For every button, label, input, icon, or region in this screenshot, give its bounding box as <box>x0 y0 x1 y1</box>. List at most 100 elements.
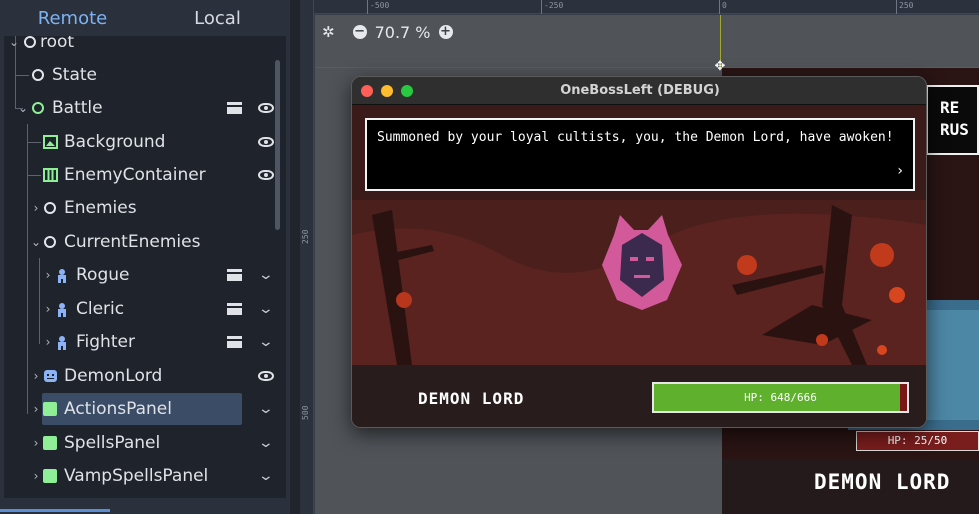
boss-name-label: DEMON LORD <box>418 389 525 408</box>
dialog-next-icon[interactable]: › <box>897 163 903 179</box>
collapse-arrow-icon[interactable]: ⌄ <box>8 36 20 49</box>
expand-arrow-icon[interactable]: › <box>42 335 54 349</box>
item-actions <box>256 360 276 392</box>
tree-item-battle[interactable]: ⌄ Battle <box>4 92 276 124</box>
item-actions: ⌄ <box>256 427 276 459</box>
pivot-crosshair-icon[interactable]: ✥ <box>713 60 727 74</box>
scene-boss-name: DEMON LORD <box>814 470 951 494</box>
banner-line: RE <box>940 98 960 117</box>
expand-arrow-icon[interactable]: › <box>30 201 42 215</box>
panel-icon <box>42 468 58 484</box>
item-actions: ⌄ <box>256 393 276 425</box>
tree-item-enemycontainer[interactable]: EnemyContainer <box>4 159 276 191</box>
panel-icon <box>42 401 58 417</box>
dock-tabs: Remote Local <box>0 0 290 36</box>
window-titlebar[interactable]: OneBossLeft (DEBUG) <box>352 77 926 105</box>
tree-item-label: State <box>52 65 97 85</box>
enemy-script-icon <box>42 368 58 384</box>
tree-item-root[interactable]: ⌄ root <box>4 36 276 58</box>
tree-item-label: Background <box>64 132 166 152</box>
expand-arrow-icon[interactable]: › <box>30 469 42 483</box>
scene-clapper-icon[interactable] <box>224 303 244 315</box>
dock-bottom-indicator <box>0 509 110 512</box>
tree-item-cleric[interactable]: › Cleric ⌄ <box>4 293 276 325</box>
expand-arrow-icon[interactable]: › <box>30 402 42 416</box>
visibility-eye-icon[interactable] <box>256 103 276 113</box>
tree-item-label: DemonLord <box>64 366 163 386</box>
collapse-arrow-icon[interactable]: ⌄ <box>17 101 29 115</box>
window-title: OneBossLeft (DEBUG) <box>560 83 720 98</box>
item-actions <box>224 92 276 124</box>
ruler-label: 250 <box>301 229 310 244</box>
scene-tree[interactable]: ⌄ root State ⌄ Battle Background EnemyCo… <box>4 36 286 498</box>
expand-arrow-icon[interactable]: › <box>30 436 42 450</box>
collapse-arrow-icon[interactable]: ⌄ <box>30 235 42 249</box>
chevron-down-icon[interactable]: ⌄ <box>256 435 276 451</box>
dialog-box[interactable]: Summoned by your loyal cultists, you, th… <box>365 118 915 191</box>
scene-dock: Remote Local ⌄ root State ⌄ Battle Backg… <box>0 0 290 514</box>
boss-hp-bar: HP: 648/666 <box>652 382 909 413</box>
ruler-label: 500 <box>301 405 310 420</box>
item-actions: ⌄ <box>224 326 276 358</box>
chevron-down-icon[interactable]: ⌄ <box>256 301 276 317</box>
item-actions: ⌄ <box>224 293 276 325</box>
tree-scrollbar[interactable] <box>275 60 280 230</box>
tree-item-enemies[interactable]: › Enemies <box>4 192 276 224</box>
dialog-text: Summoned by your loyal cultists, you, th… <box>377 130 894 145</box>
tree-item-label: EnemyContainer <box>64 165 206 185</box>
item-actions <box>256 126 276 158</box>
tree-item-label: Rogue <box>76 265 130 285</box>
node2d-icon <box>30 100 46 116</box>
visibility-eye-icon[interactable] <box>256 170 276 180</box>
tree-item-state[interactable]: State <box>4 59 276 91</box>
hbox-container-icon <box>42 167 58 183</box>
ruler-label: -500 <box>370 1 390 10</box>
editor-window: Remote Local ⌄ root State ⌄ Battle Backg… <box>0 0 979 514</box>
chevron-down-icon[interactable]: ⌄ <box>256 267 276 283</box>
debug-game-window[interactable]: OneBossLeft (DEBUG) Summoned by your loy… <box>351 76 927 428</box>
tree-item-vampspellspanel[interactable]: › VampSpellsPanel ⌄ <box>4 460 276 492</box>
tree-item-demonlord[interactable]: › DemonLord <box>4 360 276 392</box>
tab-local[interactable]: Local <box>145 0 290 36</box>
scene-banner: RE RUS <box>926 85 979 155</box>
node-icon <box>30 67 46 83</box>
zoom-controls: ✲ − 70.7 % + <box>322 20 453 44</box>
dock-splitter[interactable] <box>290 0 300 514</box>
zoom-level[interactable]: 70.7 % <box>375 23 431 42</box>
origin-guide-horizontal <box>315 67 979 68</box>
horizontal-ruler: -500 -250 0 250 <box>314 0 979 14</box>
tree-item-label: Battle <box>52 98 103 118</box>
zoom-out-button[interactable]: − <box>352 25 367 39</box>
tree-item-label: SpellsPanel <box>64 433 161 453</box>
visibility-eye-icon[interactable] <box>256 371 276 381</box>
chevron-down-icon[interactable]: ⌄ <box>256 468 276 484</box>
scene-clapper-icon[interactable] <box>224 336 244 348</box>
panel-icon <box>42 435 58 451</box>
tree-item-label: CurrentEnemies <box>64 232 201 252</box>
visibility-eye-icon[interactable] <box>256 137 276 147</box>
ruler-label: -250 <box>544 1 564 10</box>
expand-arrow-icon[interactable]: › <box>42 302 54 316</box>
banner-line: RUS <box>940 120 969 139</box>
zoom-in-button[interactable]: + <box>438 25 453 39</box>
tree-item-spellspanel[interactable]: › SpellsPanel ⌄ <box>4 427 276 459</box>
tab-remote[interactable]: Remote <box>0 0 145 36</box>
game-view[interactable]: Summoned by your loyal cultists, you, th… <box>352 105 926 427</box>
scene-clapper-icon[interactable] <box>224 269 244 281</box>
scene-clapper-icon[interactable] <box>224 102 244 114</box>
tree-item-actionspanel[interactable]: › ActionsPanel ⌄ <box>4 393 276 425</box>
tree-item-currentenemies[interactable]: ⌄ CurrentEnemies <box>4 226 276 258</box>
tree-item-fighter[interactable]: › Fighter ⌄ <box>4 326 276 358</box>
chevron-down-icon[interactable]: ⌄ <box>256 401 276 417</box>
chevron-down-icon[interactable]: ⌄ <box>256 334 276 350</box>
expand-arrow-icon[interactable]: › <box>42 268 54 282</box>
item-actions <box>256 159 276 191</box>
center-view-icon[interactable]: ✲ <box>322 23 335 41</box>
tree-item-background[interactable]: Background <box>4 126 276 158</box>
tree-item-label: VampSpellsPanel <box>64 466 209 486</box>
expand-arrow-icon[interactable]: › <box>30 369 42 383</box>
character-body-icon <box>54 334 70 350</box>
node-icon <box>42 200 58 216</box>
tree-item-rogue[interactable]: › Rogue ⌄ <box>4 259 276 291</box>
item-actions: ⌄ <box>256 460 276 492</box>
